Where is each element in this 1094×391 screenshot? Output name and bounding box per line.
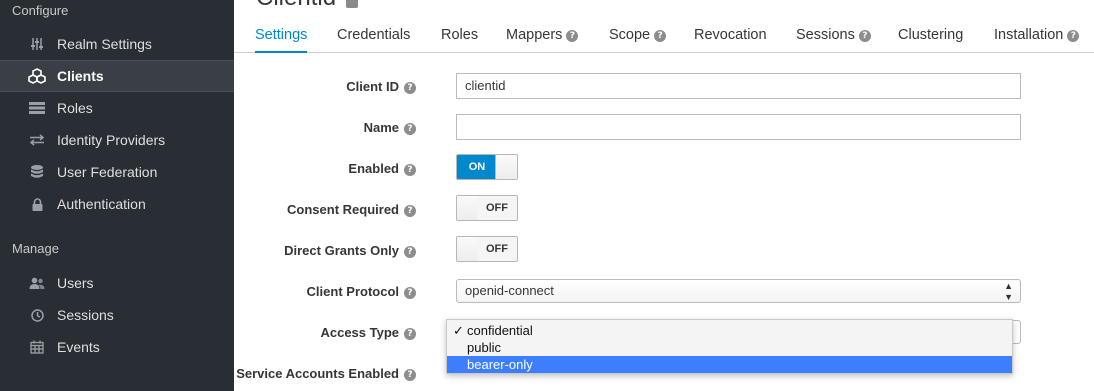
sidebar-item-realm-settings[interactable]: Realm Settings xyxy=(0,28,234,60)
direct-grants-only-toggle[interactable]: OFF xyxy=(456,236,518,262)
client-id-label: Client ID? xyxy=(346,79,416,94)
help-icon[interactable]: ? xyxy=(404,246,416,258)
toggle-state: OFF xyxy=(477,196,517,220)
toggle-state: OFF xyxy=(477,237,517,261)
client-id-input[interactable]: clientid xyxy=(456,73,1021,99)
toggle-state: ON xyxy=(457,155,497,179)
help-icon[interactable]: ? xyxy=(404,369,416,381)
sidebar-item-label: Identity Providers xyxy=(57,132,166,148)
tab-revocation[interactable]: Revocation xyxy=(694,18,767,53)
access-type-dropdown: ✓ confidential public bearer-only xyxy=(446,319,1013,374)
main-content: Clientid Settings Credentials Roles Mapp… xyxy=(234,0,1094,391)
tab-roles[interactable]: Roles xyxy=(441,18,478,53)
name-label: Name? xyxy=(364,120,416,135)
toggle-knob xyxy=(457,237,479,261)
sidebar-item-label: Sessions xyxy=(57,307,114,323)
tab-sessions[interactable]: Sessions? xyxy=(796,18,871,53)
tab-credentials[interactable]: Credentials xyxy=(337,18,410,53)
enabled-toggle[interactable]: ON xyxy=(456,154,518,180)
sidebar-item-authentication[interactable]: Authentication xyxy=(0,188,234,220)
exchange-icon xyxy=(28,131,46,149)
consent-required-toggle[interactable]: OFF xyxy=(456,195,518,221)
sidebar-item-label: Authentication xyxy=(57,196,146,212)
manage-section-label: Manage xyxy=(12,241,59,256)
help-icon[interactable]: ? xyxy=(404,205,416,217)
sidebar-item-roles[interactable]: Roles xyxy=(0,92,234,124)
checkmark-icon: ✓ xyxy=(453,323,464,338)
sliders-icon xyxy=(28,35,46,53)
enabled-label: Enabled? xyxy=(348,161,416,176)
sidebar-item-clients[interactable]: Clients xyxy=(0,60,234,92)
sidebar-item-users[interactable]: Users xyxy=(0,267,234,299)
page-title: Clientid xyxy=(256,0,336,12)
trash-icon[interactable] xyxy=(346,0,358,8)
help-icon: ? xyxy=(858,30,871,42)
client-protocol-label: Client Protocol? xyxy=(307,284,416,299)
help-icon: ? xyxy=(1067,30,1080,42)
tab-mappers[interactable]: Mappers? xyxy=(506,18,579,53)
help-icon[interactable]: ? xyxy=(404,164,416,176)
database-icon xyxy=(28,163,46,181)
sidebar: Configure Realm Settings Clients Roles I… xyxy=(0,0,234,391)
sidebar-item-events[interactable]: Events xyxy=(0,331,234,363)
sidebar-item-sessions[interactable]: Sessions xyxy=(0,299,234,331)
clock-icon xyxy=(28,306,46,324)
access-type-label: Access Type? xyxy=(320,325,416,340)
tab-settings[interactable]: Settings xyxy=(255,18,308,53)
client-protocol-value: openid-connect xyxy=(465,283,554,298)
sidebar-item-label: User Federation xyxy=(57,164,158,180)
consent-required-label: Consent Required? xyxy=(287,202,416,217)
help-icon[interactable]: ? xyxy=(404,123,416,135)
help-icon[interactable]: ? xyxy=(404,328,416,340)
tab-clustering[interactable]: Clustering xyxy=(898,18,963,53)
toggle-knob xyxy=(495,155,517,179)
help-icon[interactable]: ? xyxy=(404,287,416,299)
dropdown-option-confidential[interactable]: ✓ confidential xyxy=(447,322,1012,339)
select-arrows-icon: ▲▼ xyxy=(1004,281,1013,302)
users-icon xyxy=(28,274,46,292)
name-input[interactable] xyxy=(456,114,1021,140)
lock-icon xyxy=(28,195,46,213)
client-protocol-select[interactable]: openid-connect ▲ ▼ xyxy=(456,279,1021,303)
help-icon: ? xyxy=(654,30,667,42)
dropdown-option-bearer-only[interactable]: bearer-only xyxy=(447,356,1012,373)
direct-grants-only-label: Direct Grants Only? xyxy=(284,243,416,258)
tab-installation[interactable]: Installation? xyxy=(994,18,1080,53)
help-icon: ? xyxy=(566,30,579,42)
service-accounts-enabled-label: Service Accounts Enabled? xyxy=(236,366,416,381)
cubes-icon xyxy=(28,67,46,85)
sidebar-item-label: Events xyxy=(57,339,100,355)
sidebar-item-label: Users xyxy=(57,275,94,291)
roles-icon xyxy=(28,99,46,117)
toggle-knob xyxy=(457,196,479,220)
configure-section-label: Configure xyxy=(12,3,69,18)
sidebar-item-identity-providers[interactable]: Identity Providers xyxy=(0,124,234,156)
help-icon[interactable]: ? xyxy=(404,82,416,94)
dropdown-option-public[interactable]: public xyxy=(447,339,1012,356)
sidebar-item-label: Clients xyxy=(57,68,104,84)
sidebar-item-label: Roles xyxy=(57,100,93,116)
sidebar-item-label: Realm Settings xyxy=(57,36,152,52)
tab-scope[interactable]: Scope? xyxy=(609,18,667,53)
calendar-icon xyxy=(28,338,46,356)
tab-bar: Settings Credentials Roles Mappers? Scop… xyxy=(234,18,1094,53)
sidebar-item-user-federation[interactable]: User Federation xyxy=(0,156,234,188)
